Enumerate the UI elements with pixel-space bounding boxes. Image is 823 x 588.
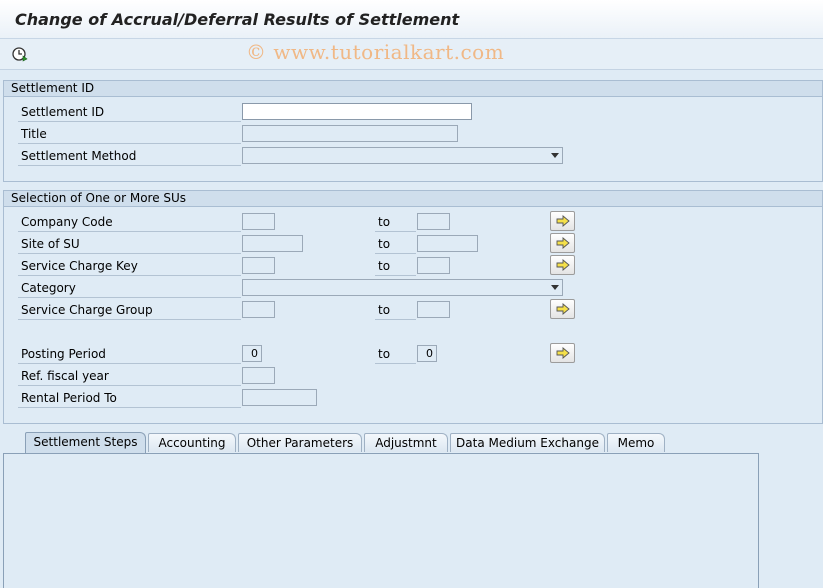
tab-other-parameters[interactable]: Other Parameters xyxy=(238,433,362,452)
arrow-right-icon xyxy=(556,347,570,359)
service-charge-group-to-input[interactable] xyxy=(417,301,450,318)
site-of-su-to-input[interactable] xyxy=(417,235,478,252)
tab-memo[interactable]: Memo xyxy=(607,433,665,452)
site-of-su-from-input[interactable] xyxy=(242,235,303,252)
settlement-id-group-header: Settlement ID xyxy=(4,81,822,97)
settlement-id-group: Settlement ID Settlement ID Title Settle… xyxy=(3,80,823,182)
service-charge-group-to-label: to xyxy=(375,302,416,320)
posting-period-label: Posting Period xyxy=(18,346,241,364)
service-charge-group-label: Service Charge Group xyxy=(18,302,241,320)
company-code-to-label: to xyxy=(375,214,416,232)
title-label: Title xyxy=(18,126,241,144)
site-of-su-multiple-selection-button[interactable] xyxy=(550,233,575,253)
service-charge-key-label: Service Charge Key xyxy=(18,258,241,276)
posting-period-to-label: to xyxy=(375,346,416,364)
execute-clock-icon[interactable] xyxy=(12,46,28,62)
title-field xyxy=(242,125,458,142)
service-charge-key-to-input[interactable] xyxy=(417,257,450,274)
title-bar: Change of Accrual/Deferral Results of Se… xyxy=(0,0,823,39)
tab-data-medium-exchange[interactable]: Data Medium Exchange xyxy=(450,433,605,452)
company-code-multiple-selection-button[interactable] xyxy=(550,211,575,231)
tab-content-panel xyxy=(3,453,759,588)
su-selection-group-header: Selection of One or More SUs xyxy=(4,191,822,207)
settlement-id-input[interactable] xyxy=(242,103,472,120)
service-charge-key-to-label: to xyxy=(375,258,416,276)
arrow-right-icon xyxy=(556,215,570,227)
settlement-method-dropdown[interactable] xyxy=(242,147,563,164)
posting-period-multiple-selection-button[interactable] xyxy=(550,343,575,363)
company-code-to-input[interactable] xyxy=(417,213,450,230)
su-selection-group: Selection of One or More SUs Company Cod… xyxy=(3,190,823,424)
arrow-right-icon xyxy=(556,237,570,249)
page-title: Change of Accrual/Deferral Results of Se… xyxy=(15,10,460,29)
service-charge-group-multiple-selection-button[interactable] xyxy=(550,299,575,319)
tab-adjustment[interactable]: Adjustmnt xyxy=(364,433,448,452)
posting-period-from-input[interactable]: 0 xyxy=(242,345,262,362)
posting-period-to-input[interactable]: 0 xyxy=(417,345,437,362)
company-code-label: Company Code xyxy=(18,214,241,232)
settlement-method-label: Settlement Method xyxy=(18,148,241,166)
site-of-su-label: Site of SU xyxy=(18,236,241,254)
company-code-from-input[interactable] xyxy=(242,213,275,230)
service-charge-key-from-input[interactable] xyxy=(242,257,275,274)
chevron-down-icon xyxy=(551,285,559,290)
category-label: Category xyxy=(18,280,241,298)
category-dropdown[interactable] xyxy=(242,279,563,296)
arrow-right-icon xyxy=(556,259,570,271)
settlement-id-label: Settlement ID xyxy=(18,104,241,122)
ref-fiscal-year-label: Ref. fiscal year xyxy=(18,368,241,386)
tab-settlement-steps[interactable]: Settlement Steps xyxy=(25,432,146,453)
ref-fiscal-year-input[interactable] xyxy=(242,367,275,384)
arrow-right-icon xyxy=(556,303,570,315)
rental-period-to-label: Rental Period To xyxy=(18,390,241,408)
service-charge-group-from-input[interactable] xyxy=(242,301,275,318)
tab-accounting[interactable]: Accounting xyxy=(148,433,236,452)
chevron-down-icon xyxy=(551,153,559,158)
site-of-su-to-label: to xyxy=(375,236,416,254)
watermark: © www.tutorialkart.com xyxy=(246,40,505,64)
rental-period-to-input[interactable] xyxy=(242,389,317,406)
service-charge-key-multiple-selection-button[interactable] xyxy=(550,255,575,275)
